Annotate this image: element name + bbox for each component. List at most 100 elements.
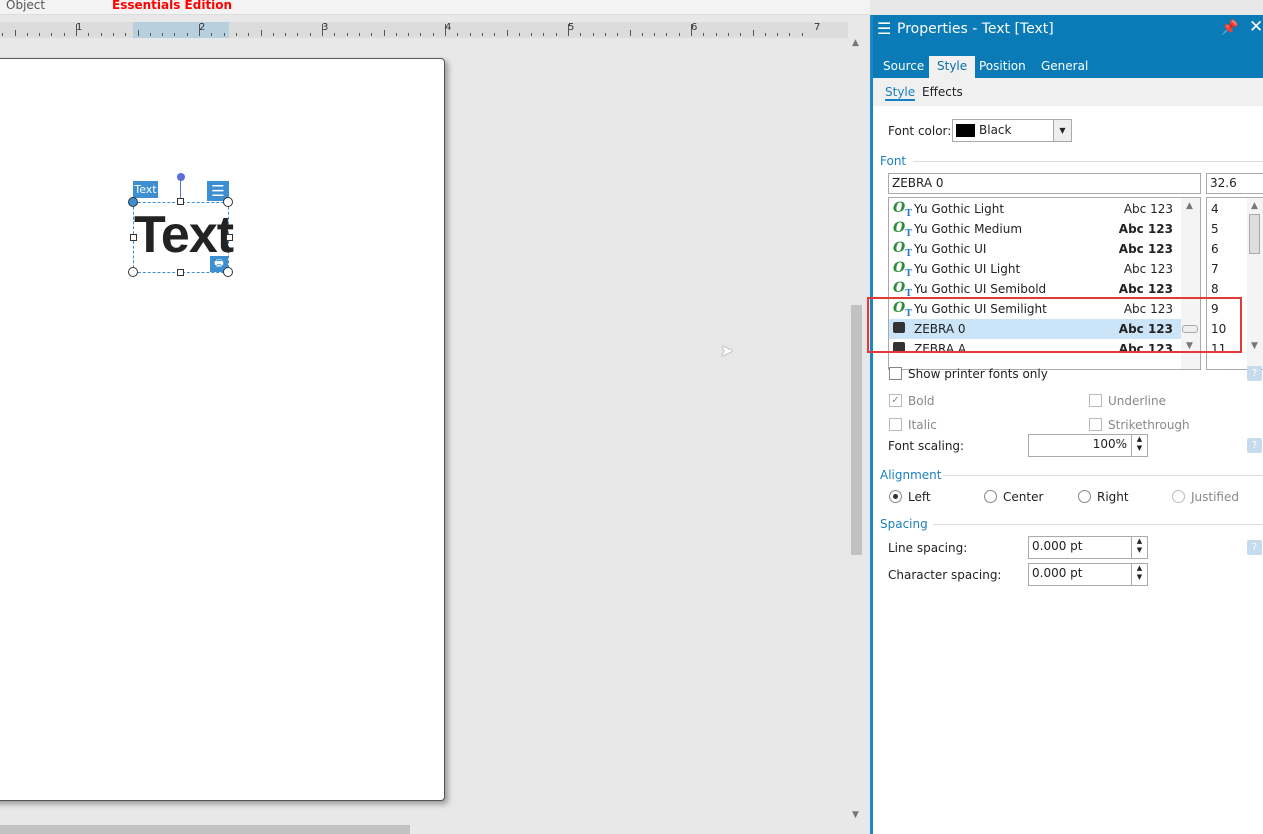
font-list-item[interactable]: OT Yu Gothic Medium Abc 123: [889, 219, 1181, 239]
align-justified-radio[interactable]: [1172, 490, 1185, 503]
line-spacing-value: 0.000 pt: [1032, 539, 1083, 553]
tab-style[interactable]: Style: [929, 56, 976, 78]
resize-handle[interactable]: [177, 198, 184, 205]
tab-position[interactable]: Position: [971, 56, 1034, 78]
font-size-item[interactable]: 7: [1211, 262, 1219, 276]
align-right-radio[interactable]: [1078, 490, 1091, 503]
font-color-value: Black: [979, 123, 1012, 137]
bold-label: Bold: [908, 394, 935, 408]
top-toolbar: Object Essentials Edition: [0, 0, 870, 15]
italic-checkbox[interactable]: [889, 418, 902, 431]
font-size-input[interactable]: 32.6: [1206, 173, 1263, 194]
font-preview: Abc 123: [1118, 242, 1173, 256]
font-scaling-input[interactable]: 100% ▲ ▼: [1028, 434, 1148, 457]
font-section: Font: [880, 154, 907, 168]
label-page[interactable]: [0, 58, 445, 801]
close-icon[interactable]: ✕: [1249, 17, 1263, 37]
align-center-label: Center: [1003, 490, 1044, 504]
highlight-box: [867, 297, 1242, 353]
help-icon[interactable]: ?: [1247, 438, 1262, 453]
resize-handle[interactable]: [226, 234, 233, 241]
font-list-item[interactable]: OT Yu Gothic UI Light Abc 123: [889, 259, 1181, 279]
ruler-label: 7: [814, 22, 821, 33]
size-list-scrollbar[interactable]: ▲ ▼: [1247, 198, 1263, 369]
horizontal-scroll-thumb[interactable]: [0, 825, 410, 834]
spinner-icon[interactable]: ▲ ▼: [1131, 537, 1147, 558]
resize-handle[interactable]: [223, 267, 233, 277]
panel-header: ☰ Properties - Text [Text] 📌 ✕ Source St…: [873, 15, 1263, 78]
font-size-item[interactable]: 6: [1211, 242, 1219, 256]
vertical-scroll-thumb[interactable]: [851, 305, 862, 555]
opentype-font-icon: OT: [893, 260, 912, 279]
resize-handle[interactable]: [128, 197, 138, 207]
font-preview: Abc 123: [1123, 202, 1173, 216]
opentype-font-icon: OT: [893, 280, 912, 299]
font-list-item[interactable]: OT Yu Gothic UI Semibold Abc 123: [889, 279, 1181, 299]
font-preview: Abc 123: [1123, 262, 1173, 276]
alignment-section: Alignment: [880, 468, 942, 482]
pin-icon[interactable]: 📌: [1221, 20, 1238, 36]
opentype-font-icon: OT: [893, 200, 912, 219]
char-spacing-input[interactable]: 0.000 pt ▲ ▼: [1028, 563, 1148, 586]
italic-label: Italic: [908, 418, 937, 432]
align-right-label: Right: [1097, 490, 1129, 504]
font-color-label: Font color:: [888, 124, 952, 138]
opentype-font-icon: OT: [893, 240, 912, 259]
properties-panel: ☰ Properties - Text [Text] 📌 ✕ Source St…: [867, 15, 1263, 834]
char-spacing-value: 0.000 pt: [1032, 566, 1083, 580]
spinner-icon[interactable]: ▲ ▼: [1131, 435, 1147, 456]
line-spacing-label: Line spacing:: [888, 541, 968, 555]
font-color-dropdown[interactable]: Black ▼: [952, 119, 1072, 142]
font-list-item[interactable]: OT Yu Gothic Light Abc 123: [889, 199, 1181, 219]
show-printer-fonts-checkbox[interactable]: [889, 367, 902, 380]
bold-checkbox[interactable]: ✓: [889, 394, 902, 407]
align-justified-label: Justified: [1191, 490, 1239, 504]
font-name: Yu Gothic UI Light: [914, 262, 1021, 276]
ruler-label: 4: [445, 22, 452, 33]
spinner-icon[interactable]: ▲ ▼: [1131, 564, 1147, 585]
ruler-label: 5: [568, 22, 575, 33]
edition-label: Essentials Edition: [112, 0, 233, 12]
resize-handle[interactable]: [223, 197, 233, 207]
char-spacing-label: Character spacing:: [888, 568, 1002, 582]
spacing-section: Spacing: [880, 517, 928, 531]
align-left-label: Left: [908, 490, 931, 504]
text-object[interactable]: Text 🖶: [133, 202, 234, 273]
resize-handle[interactable]: [130, 234, 137, 241]
help-icon[interactable]: ?: [1247, 366, 1262, 381]
help-icon[interactable]: ?: [1247, 540, 1262, 555]
tab-source[interactable]: Source: [875, 56, 932, 78]
opentype-font-icon: OT: [893, 220, 912, 239]
font-preview: Abc 123: [1118, 222, 1173, 236]
align-left-radio[interactable]: [889, 490, 902, 503]
object-tag: Text: [133, 181, 158, 198]
strikethrough-checkbox[interactable]: [1089, 418, 1102, 431]
ruler-label: 3: [322, 22, 329, 33]
underline-label: Underline: [1108, 394, 1166, 408]
resize-handle[interactable]: [128, 267, 138, 277]
chevron-down-icon[interactable]: ▼: [1053, 120, 1071, 141]
line-spacing-input[interactable]: 0.000 pt ▲ ▼: [1028, 536, 1148, 559]
horizontal-ruler: 1 2 3 4 5 6 7: [0, 22, 848, 38]
show-printer-fonts-label: Show printer fonts only: [908, 367, 1048, 381]
rotate-handle[interactable]: [177, 173, 185, 181]
mouse-cursor-icon: ➤: [720, 341, 734, 360]
font-size-item[interactable]: 4: [1211, 202, 1219, 216]
font-name: Yu Gothic UI Semibold: [914, 282, 1047, 296]
font-scaling-label: Font scaling:: [888, 439, 965, 453]
font-name: Yu Gothic Light: [914, 202, 1005, 216]
font-name: Yu Gothic Medium: [914, 222, 1023, 236]
underline-checkbox[interactable]: [1089, 394, 1102, 407]
font-name-input[interactable]: ZEBRA 0: [888, 173, 1201, 194]
font-scaling-value: 100%: [1092, 437, 1127, 451]
font-list-item[interactable]: OT Yu Gothic UI Abc 123: [889, 239, 1181, 259]
hamburger-icon[interactable]: ☰: [877, 19, 891, 38]
resize-handle[interactable]: [177, 269, 184, 276]
subtab-style[interactable]: Style: [885, 85, 916, 101]
font-size-item[interactable]: 8: [1211, 282, 1219, 296]
subtab-effects[interactable]: Effects: [922, 85, 963, 99]
align-center-radio[interactable]: [984, 490, 997, 503]
tab-general[interactable]: General: [1033, 56, 1096, 78]
font-size-item[interactable]: 5: [1211, 222, 1219, 236]
tab-object[interactable]: Object: [6, 0, 45, 12]
